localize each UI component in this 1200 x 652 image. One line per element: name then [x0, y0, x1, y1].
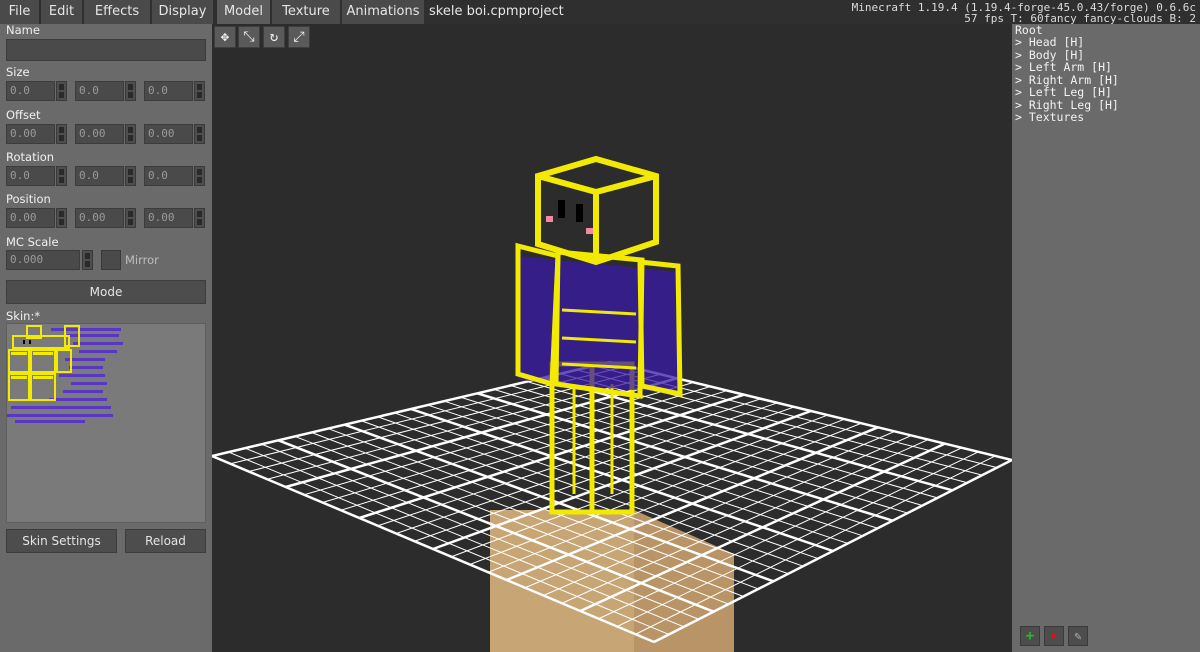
rotation-y-stepper[interactable] [125, 166, 136, 186]
model-tree-panel: Root > Head [H] > Body [H] > Left Arm [H… [1012, 23, 1200, 652]
size-y-stepper[interactable] [125, 81, 136, 101]
viewport-scene [212, 155, 1012, 652]
plus-icon: + [1025, 628, 1035, 644]
offset-z-stepper[interactable] [194, 124, 205, 144]
skin-texture-preview[interactable] [6, 323, 206, 523]
position-y-input[interactable]: 0.00 [75, 208, 124, 228]
tree-item-textures[interactable]: > Textures [1015, 110, 1084, 124]
name-label: Name [6, 23, 40, 37]
mirror-label: Mirror [125, 253, 159, 267]
skin-texture-image [7, 325, 123, 423]
edit-element-button[interactable]: ✎ [1068, 626, 1088, 646]
project-title: skele boi.cpmproject [429, 4, 564, 19]
size-z-input[interactable]: 0.0 [144, 81, 193, 101]
skin-label: Skin:* [6, 309, 41, 323]
offset-label: Offset [6, 108, 41, 122]
resize-icon: ⤡ [243, 29, 255, 45]
size-label: Size [6, 65, 30, 79]
size-x-input[interactable]: 0.0 [6, 81, 55, 101]
delete-element-button[interactable]: ✖ [1044, 626, 1064, 646]
offset-z-input[interactable]: 0.00 [144, 124, 193, 144]
position-y-stepper[interactable] [125, 208, 136, 228]
tab-texture[interactable]: Texture [272, 0, 340, 24]
wrench-icon: ✎ [1074, 629, 1082, 643]
menu-file[interactable]: File [0, 0, 39, 24]
position-x-input[interactable]: 0.00 [6, 208, 55, 228]
move-tool-button[interactable]: ✥ [214, 26, 236, 48]
tree-item-head[interactable]: > Head [H] [1015, 35, 1084, 49]
name-input[interactable] [6, 39, 206, 61]
offset-x-stepper[interactable] [56, 124, 67, 144]
resize-tool-button[interactable]: ⤡ [238, 26, 260, 48]
rotation-z-input[interactable]: 0.0 [144, 166, 193, 186]
properties-panel: Name Size 0.0 0.0 0.0 Offset 0.00 0.00 0… [0, 23, 212, 652]
rotation-x-input[interactable]: 0.0 [6, 166, 55, 186]
skin-settings-button[interactable]: Skin Settings [6, 529, 117, 553]
move-icon: ✥ [220, 29, 230, 45]
mirror-checkbox[interactable] [101, 250, 121, 270]
position-z-input[interactable]: 0.00 [144, 208, 193, 228]
position-label: Position [6, 192, 51, 206]
size-z-stepper[interactable] [194, 81, 205, 101]
mc-scale-label: MC Scale [6, 235, 59, 249]
add-element-button[interactable]: + [1020, 626, 1040, 646]
delete-icon: ✖ [1050, 629, 1058, 643]
menu-bar: File Edit Effects Display Model Texture … [0, 0, 1200, 25]
tree-item-left-arm[interactable]: > Left Arm [H] [1015, 60, 1112, 74]
model-viewport[interactable]: ✥ ⤡ ↻ ⤢ [212, 24, 1012, 652]
rotation-y-input[interactable]: 0.0 [75, 166, 124, 186]
position-x-stepper[interactable] [56, 208, 67, 228]
mc-scale-stepper[interactable] [82, 250, 93, 270]
scale-tool-button[interactable]: ⤢ [288, 26, 310, 48]
position-z-stepper[interactable] [194, 208, 205, 228]
offset-x-input[interactable]: 0.00 [6, 124, 55, 144]
offset-y-stepper[interactable] [125, 124, 136, 144]
rotate-tool-button[interactable]: ↻ [263, 26, 285, 48]
menu-display[interactable]: Display [152, 0, 213, 24]
tree-item-left-leg[interactable]: > Left Leg [H] [1015, 85, 1112, 99]
reload-button[interactable]: Reload [125, 529, 206, 553]
offset-y-input[interactable]: 0.00 [75, 124, 124, 144]
rotate-icon: ↻ [269, 29, 279, 45]
tab-model[interactable]: Model [217, 0, 270, 24]
menu-effects[interactable]: Effects [84, 0, 150, 24]
scale-icon: ⤢ [293, 29, 305, 45]
size-y-input[interactable]: 0.0 [75, 81, 124, 101]
rotation-z-stepper[interactable] [194, 166, 205, 186]
tab-animations[interactable]: Animations [342, 0, 424, 24]
rotation-x-stepper[interactable] [56, 166, 67, 186]
mc-scale-input[interactable]: 0.000 [6, 250, 80, 270]
size-x-stepper[interactable] [56, 81, 67, 101]
rotation-label: Rotation [6, 150, 55, 164]
mode-button[interactable]: Mode [6, 280, 206, 304]
menu-edit[interactable]: Edit [41, 0, 82, 24]
